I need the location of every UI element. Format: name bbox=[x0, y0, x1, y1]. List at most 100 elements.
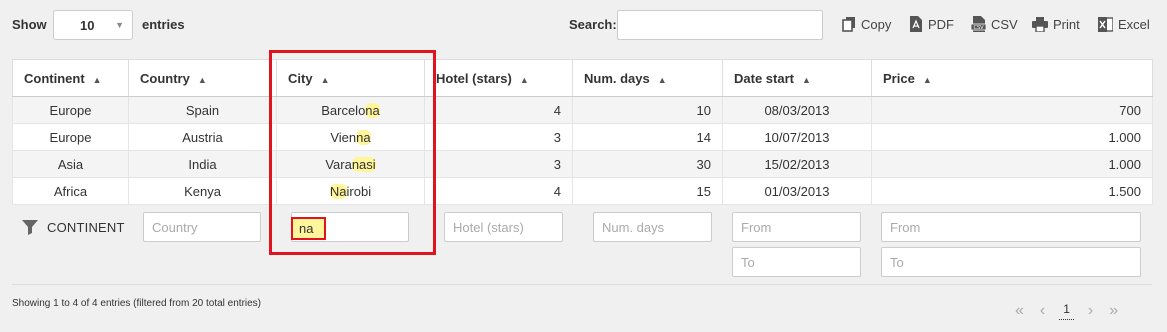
cell-price: 1.000 bbox=[871, 123, 1153, 151]
cell-date: 10/07/2013 bbox=[722, 123, 872, 151]
cell-stars: 3 bbox=[424, 150, 573, 178]
cell-stars: 3 bbox=[424, 123, 573, 151]
footer-divider bbox=[12, 284, 1152, 285]
data-table: Continent ▲ Country ▲ City ▲ Hotel (stars) ▲… bbox=[12, 59, 1153, 205]
cell-country: India bbox=[128, 150, 277, 178]
page-1-button[interactable]: 1 bbox=[1059, 302, 1074, 320]
sort-up-icon: ▲ bbox=[197, 74, 207, 85]
cell-continent: Europe bbox=[12, 96, 129, 124]
csv-button[interactable]: CSV CSV bbox=[971, 16, 1032, 32]
cell-date: 15/02/2013 bbox=[722, 150, 872, 178]
entries-length-select[interactable]: 10 ▼ bbox=[53, 10, 133, 40]
sort-up-icon: ▲ bbox=[922, 74, 932, 85]
printer-icon bbox=[1032, 16, 1048, 32]
print-label: Print bbox=[1053, 16, 1080, 32]
sort-up-icon: ▲ bbox=[320, 74, 330, 85]
next-page-button[interactable]: › bbox=[1088, 302, 1093, 320]
column-header-price[interactable]: Price ▲ bbox=[871, 59, 1153, 97]
table-row: Africa Kenya Nairobi 4 15 01/03/2013 1.5… bbox=[12, 177, 1153, 205]
cell-stars: 4 bbox=[424, 96, 573, 124]
last-page-button[interactable]: » bbox=[1109, 302, 1118, 320]
csv-label: CSV bbox=[991, 16, 1018, 32]
cell-city: Nairobi bbox=[276, 177, 425, 205]
date-from-input[interactable]: From bbox=[732, 212, 861, 242]
cell-price: 1.500 bbox=[871, 177, 1153, 205]
print-button[interactable]: Print bbox=[1032, 16, 1098, 32]
copy-icon bbox=[842, 16, 855, 32]
header-label: Continent bbox=[24, 70, 85, 86]
header-label: Num. days bbox=[584, 70, 650, 86]
cell-country: Spain bbox=[128, 96, 277, 124]
entries-label: entries bbox=[142, 17, 185, 32]
chevron-down-icon: ▼ bbox=[115, 20, 124, 30]
table-row: Europe Austria Vienna 3 14 10/07/2013 1.… bbox=[12, 123, 1153, 151]
price-to-input[interactable]: To bbox=[881, 247, 1141, 277]
city-match-highlight: nasi bbox=[351, 156, 376, 172]
date-to-input[interactable]: To bbox=[732, 247, 861, 277]
column-header-date[interactable]: Date start ▲ bbox=[722, 59, 872, 97]
cell-country: Kenya bbox=[128, 177, 277, 205]
cell-days: 14 bbox=[572, 123, 723, 151]
column-header-continent[interactable]: Continent ▲ bbox=[12, 59, 129, 97]
cell-days: 30 bbox=[572, 150, 723, 178]
column-header-city[interactable]: City ▲ bbox=[276, 59, 425, 97]
city-match-highlight: na bbox=[365, 102, 380, 118]
header-label: City bbox=[288, 70, 313, 86]
table-row: Asia India Varanasi 3 30 15/02/2013 1.00… bbox=[12, 150, 1153, 178]
prev-page-button[interactable]: ‹ bbox=[1040, 302, 1045, 320]
search-input[interactable] bbox=[617, 10, 823, 40]
svg-text:CSV: CSV bbox=[973, 25, 984, 31]
table-header-row: Continent ▲ Country ▲ City ▲ Hotel (stars) ▲… bbox=[12, 59, 1153, 97]
country-filter-input[interactable]: Country bbox=[143, 212, 261, 242]
pdf-button[interactable]: PDF bbox=[909, 16, 971, 32]
pagination: « ‹ 1 › » bbox=[1015, 302, 1118, 320]
sort-up-icon: ▲ bbox=[519, 74, 529, 85]
hotel-filter-input[interactable]: Hotel (stars) bbox=[444, 212, 563, 242]
csv-icon: CSV bbox=[971, 16, 986, 32]
city-text: Vara bbox=[325, 156, 352, 172]
header-label: Country bbox=[140, 70, 190, 86]
header-label: Hotel (stars) bbox=[436, 70, 512, 86]
cell-city: Varanasi bbox=[276, 150, 425, 178]
cell-price: 700 bbox=[871, 96, 1153, 124]
column-header-days[interactable]: Num. days ▲ bbox=[572, 59, 723, 97]
search-label: Search: bbox=[569, 17, 617, 32]
excel-button[interactable]: Excel bbox=[1098, 16, 1150, 32]
first-page-button[interactable]: « bbox=[1015, 302, 1024, 320]
cell-date: 01/03/2013 bbox=[722, 177, 872, 205]
days-filter-input[interactable]: Num. days bbox=[593, 212, 712, 242]
cell-continent: Asia bbox=[12, 150, 129, 178]
city-match-highlight: na bbox=[356, 129, 371, 145]
city-filter-input[interactable]: na bbox=[291, 212, 409, 242]
header-label: Price bbox=[883, 70, 915, 86]
copy-button[interactable]: Copy bbox=[842, 16, 909, 32]
table-info: Showing 1 to 4 of 4 entries (filtered fr… bbox=[12, 298, 262, 309]
header-label: Date start bbox=[734, 70, 794, 86]
column-header-country[interactable]: Country ▲ bbox=[128, 59, 277, 97]
cell-city: Barcelona bbox=[276, 96, 425, 124]
sort-up-icon: ▲ bbox=[657, 74, 667, 85]
export-buttons: Copy PDF CSV CSV Print Excel bbox=[842, 16, 1150, 32]
funnel-icon bbox=[22, 220, 38, 235]
price-from-input[interactable]: From bbox=[881, 212, 1141, 242]
excel-label: Excel bbox=[1118, 16, 1150, 32]
cell-city: Vienna bbox=[276, 123, 425, 151]
excel-icon bbox=[1098, 16, 1113, 32]
show-label: Show bbox=[12, 17, 47, 32]
cell-continent: Africa bbox=[12, 177, 129, 205]
city-text: irobi bbox=[346, 183, 372, 199]
table-row: Europe Spain Barcelona 4 10 08/03/2013 7… bbox=[12, 96, 1153, 124]
cell-days: 15 bbox=[572, 177, 723, 205]
pdf-icon bbox=[910, 16, 922, 32]
city-text: Barcelo bbox=[321, 102, 366, 118]
length-value: 10 bbox=[80, 17, 95, 33]
cell-price: 1.000 bbox=[871, 150, 1153, 178]
sort-up-icon: ▲ bbox=[92, 74, 102, 85]
column-filters: CONTINENT Country na Hotel (stars) Num. … bbox=[12, 204, 1152, 284]
column-header-hotel[interactable]: Hotel (stars) ▲ bbox=[424, 59, 573, 97]
cell-date: 08/03/2013 bbox=[722, 96, 872, 124]
continent-filter-label[interactable]: CONTINENT bbox=[47, 220, 125, 235]
cell-country: Austria bbox=[128, 123, 277, 151]
pdf-label: PDF bbox=[928, 16, 954, 32]
city-text: Vien bbox=[330, 129, 357, 145]
